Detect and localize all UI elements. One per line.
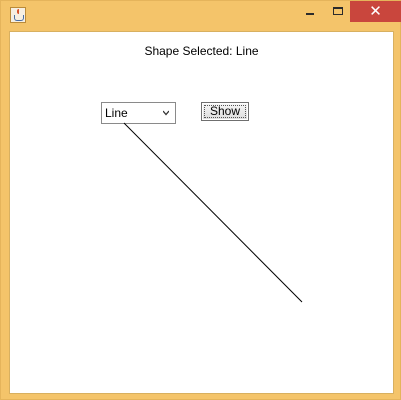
shape-dropdown-value: Line bbox=[105, 106, 128, 120]
maximize-button[interactable] bbox=[325, 1, 351, 23]
title-bar[interactable]: ✕ bbox=[1, 1, 401, 31]
drawn-line bbox=[123, 122, 303, 303]
app-window: ✕ Shape Selected: Line Line Show bbox=[0, 0, 401, 400]
content-panel: Shape Selected: Line Line Show bbox=[9, 31, 394, 394]
drawing-canvas bbox=[123, 122, 303, 303]
java-app-icon[interactable] bbox=[10, 7, 26, 23]
close-button[interactable]: ✕ bbox=[350, 1, 401, 22]
maximize-icon bbox=[333, 7, 343, 15]
shape-selected-label: Shape Selected: Line bbox=[144, 44, 259, 58]
cup-icon-part bbox=[14, 15, 24, 21]
shape-dropdown[interactable]: Line bbox=[101, 102, 176, 124]
close-icon: ✕ bbox=[369, 2, 382, 20]
minimize-icon bbox=[306, 13, 314, 15]
show-button[interactable]: Show bbox=[201, 102, 249, 121]
steam-icon-part bbox=[17, 9, 22, 14]
minimize-button[interactable] bbox=[295, 1, 325, 23]
chevron-down-icon bbox=[163, 110, 169, 116]
